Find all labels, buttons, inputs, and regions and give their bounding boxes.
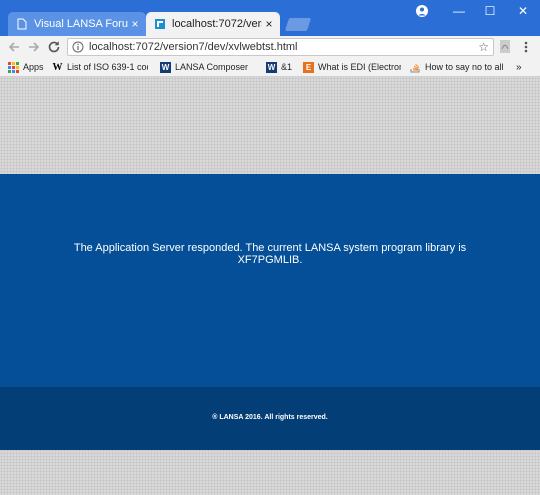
bookmark-iso-639[interactable]: W List of ISO 639-1 code [52,60,149,74]
address-bar[interactable]: localhost:7072/version7/dev/xvlwebtst.ht… [67,38,494,56]
forward-arrow-icon [29,42,40,52]
bookmark-label: LANSA Composer Gu [175,62,250,72]
address-text: localhost:7072/version7/dev/xvlwebtst.ht… [89,41,298,53]
minimize-button[interactable]: — [443,0,475,22]
bookmarks-bar: Apps W List of ISO 639-1 code W LANSA Co… [0,58,540,77]
browser-titlebar: Visual LANSA Forum - Po × localhost:7072… [0,0,540,36]
message-line-1: The Application Server responded. The cu… [73,242,467,254]
tab-localhost[interactable]: localhost:7072/version7/d × [146,12,280,36]
bookmark-star-icon[interactable]: ☆ [478,40,489,54]
reload-icon [48,41,60,53]
reload-button[interactable] [45,38,63,56]
back-button[interactable] [5,38,23,56]
bookmark-label: List of ISO 639-1 code [67,62,148,72]
message-line-2: XF7PGMLIB. [237,254,303,266]
bookmark-what-is-edi[interactable]: E What is EDI (Electron [303,60,401,74]
lansa-icon: W [266,61,277,73]
tab-visual-lansa-forum[interactable]: Visual LANSA Forum - Po × [8,12,146,36]
bookmark-how-to-say-no[interactable]: How to say no to all [410,60,506,74]
server-response-message: The Application Server responded. The cu… [60,242,480,266]
page-footer: ® LANSA 2016. All rights reserved. [0,387,540,450]
lansa-favicon-icon [155,19,165,29]
maximize-button[interactable]: ☐ [474,0,506,22]
bookmark-lansa-composer[interactable]: W LANSA Composer Gu [160,60,250,74]
bookmarks-overflow-button[interactable]: » [516,60,522,74]
page-content: The Application Server responded. The cu… [0,77,540,495]
lansa-icon: W [160,61,171,73]
back-arrow-icon [8,42,19,52]
stackoverflow-icon [410,63,420,72]
tab-label: Visual LANSA Forum - Po [34,18,128,30]
copyright-text: ® LANSA 2016. All rights reserved. [212,414,328,421]
pdf-extension-icon[interactable] [498,39,512,55]
profile-icon[interactable] [414,3,430,19]
bookmark-label: &1 [281,62,293,72]
menu-icon[interactable] [521,39,531,55]
tab-close-icon[interactable]: × [128,17,142,31]
tab-label: localhost:7072/version7/d [172,18,262,30]
bookmark-label: What is EDI (Electron [318,62,401,72]
browser-toolbar: localhost:7072/version7/dev/xvlwebtst.ht… [0,36,540,58]
edi-icon: E [303,61,314,73]
bookmark-label: How to say no to all [425,62,504,72]
info-icon [72,41,84,53]
page-icon [17,18,27,30]
wikipedia-icon: W [52,61,63,73]
new-tab-button[interactable] [284,18,312,31]
forward-button[interactable] [25,38,43,56]
close-window-button[interactable]: ✕ [507,0,539,22]
server-response-panel: The Application Server responded. The cu… [0,174,540,387]
bookmark-label: Apps [23,62,44,72]
bookmark-amp1[interactable]: W &1 [266,60,292,74]
bookmark-apps[interactable]: Apps [8,60,44,74]
apps-grid-icon [8,61,19,73]
tab-close-icon[interactable]: × [262,17,276,31]
